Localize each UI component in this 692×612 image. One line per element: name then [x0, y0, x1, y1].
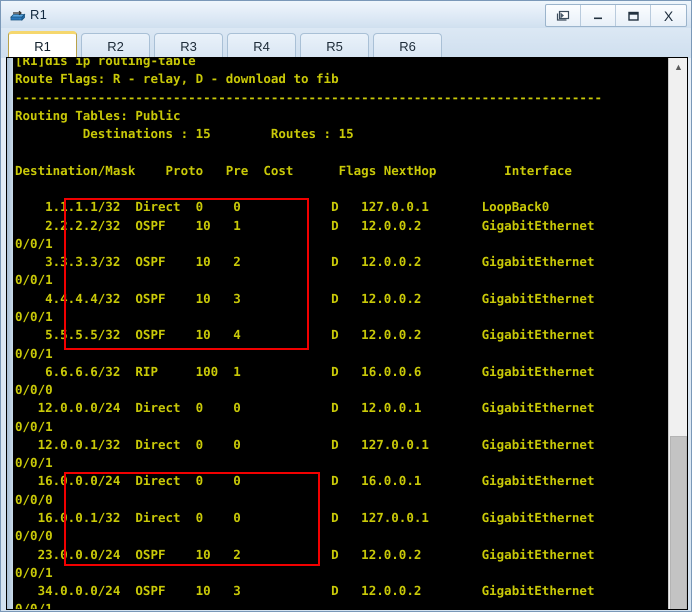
maximize-button[interactable] — [616, 5, 651, 26]
scrollbar-thumb[interactable] — [670, 436, 687, 609]
scroll-up-button[interactable]: ▲ — [669, 58, 687, 76]
minimize-button[interactable] — [581, 5, 616, 26]
tab-r4[interactable]: R4 — [227, 33, 296, 58]
tab-r5[interactable]: R5 — [300, 33, 369, 58]
tab-label: R6 — [399, 38, 416, 54]
tab-label: R1 — [34, 38, 51, 54]
window-title: R1 — [30, 7, 48, 22]
tab-label: R5 — [326, 38, 343, 54]
tab-r3[interactable]: R3 — [154, 33, 223, 58]
tab-label: R4 — [253, 38, 270, 54]
window-controls: X — [545, 4, 687, 27]
scrollbar-track[interactable] — [669, 76, 687, 609]
tab-r2[interactable]: R2 — [81, 33, 150, 58]
tab-r1[interactable]: R1 — [8, 31, 77, 58]
close-icon: X — [663, 7, 674, 24]
console-output-area[interactable]: [R1]dis ip routing-table Route Flags: R … — [13, 58, 668, 610]
routing-table-output: [R1]dis ip routing-table Route Flags: R … — [15, 58, 602, 610]
close-button[interactable]: X — [651, 5, 686, 26]
device-tab-bar: R1 R2 R3 R4 R5 R6 — [1, 28, 691, 58]
console-scrollbar[interactable]: ▲ — [668, 58, 687, 609]
router-icon — [8, 6, 26, 24]
terminal-window: R1 X R1 R2 R3 R4 R5 R6 [R1]dis ip routin… — [0, 0, 692, 612]
restore-windows-button[interactable] — [546, 5, 581, 26]
tab-label: R2 — [107, 38, 124, 54]
tab-label: R3 — [180, 38, 197, 54]
tab-r6[interactable]: R6 — [373, 33, 442, 58]
title-bar: R1 X — [1, 1, 691, 28]
chevron-up-icon: ▲ — [674, 61, 683, 72]
cli-console[interactable]: [R1]dis ip routing-table Route Flags: R … — [6, 57, 688, 610]
